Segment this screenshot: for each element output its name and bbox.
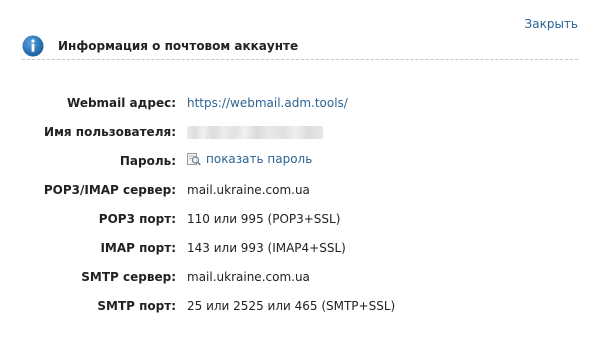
password-value: показать пароль — [187, 152, 312, 169]
webmail-value: https://webmail.adm.tools/ — [187, 96, 348, 110]
close-link[interactable]: Закрыть — [525, 17, 578, 31]
pop3-imap-server-label: POP3/IMAP сервер: — [43, 182, 176, 197]
webmail-label: Webmail адрес: — [67, 95, 176, 110]
page-title: Информация о почтовом аккаунте — [58, 39, 299, 53]
username-redacted — [187, 125, 323, 139]
field-row-username: Имя пользователя: — [0, 117, 594, 146]
section-header: Информация о почтовом аккаунте — [22, 34, 578, 60]
show-password-link[interactable]: показать пароль — [206, 152, 312, 166]
field-row-smtp-server: SMTP сервер: mail.ukraine.com.ua — [0, 262, 594, 291]
magnifier-icon — [187, 153, 201, 166]
pop3-port-label: POP3 порт: — [98, 211, 176, 226]
username-label: Имя пользователя: — [44, 124, 176, 139]
password-label: Пароль: — [119, 153, 176, 168]
field-row-webmail: Webmail адрес: https://webmail.adm.tools… — [0, 88, 594, 117]
pop3-port-value: 110 или 995 (POP3+SSL) — [187, 211, 341, 226]
field-row-pop3-port: POP3 порт: 110 или 995 (POP3+SSL) — [0, 204, 594, 233]
imap-port-value: 143 или 993 (IMAP4+SSL) — [187, 240, 346, 255]
pop3-imap-server-value: mail.ukraine.com.ua — [187, 182, 310, 197]
field-row-pop3-imap-server: POP3/IMAP сервер: mail.ukraine.com.ua — [0, 175, 594, 204]
imap-port-label: IMAP порт: — [100, 240, 176, 255]
show-password-button[interactable]: показать пароль — [187, 152, 312, 166]
smtp-server-value: mail.ukraine.com.ua — [187, 269, 310, 284]
field-row-smtp-port: SMTP порт: 25 или 2525 или 465 (SMTP+SSL… — [0, 291, 594, 320]
account-details: Webmail адрес: https://webmail.adm.tools… — [0, 88, 594, 320]
webmail-link[interactable]: https://webmail.adm.tools/ — [187, 96, 348, 110]
field-row-password: Пароль: показать пароль — [0, 146, 594, 175]
field-row-imap-port: IMAP порт: 143 или 993 (IMAP4+SSL) — [0, 233, 594, 262]
username-value — [187, 125, 323, 139]
smtp-server-label: SMTP сервер: — [81, 269, 176, 284]
smtp-port-label: SMTP порт: — [97, 298, 176, 313]
info-icon — [22, 35, 44, 57]
smtp-port-value: 25 или 2525 или 465 (SMTP+SSL) — [187, 298, 396, 313]
